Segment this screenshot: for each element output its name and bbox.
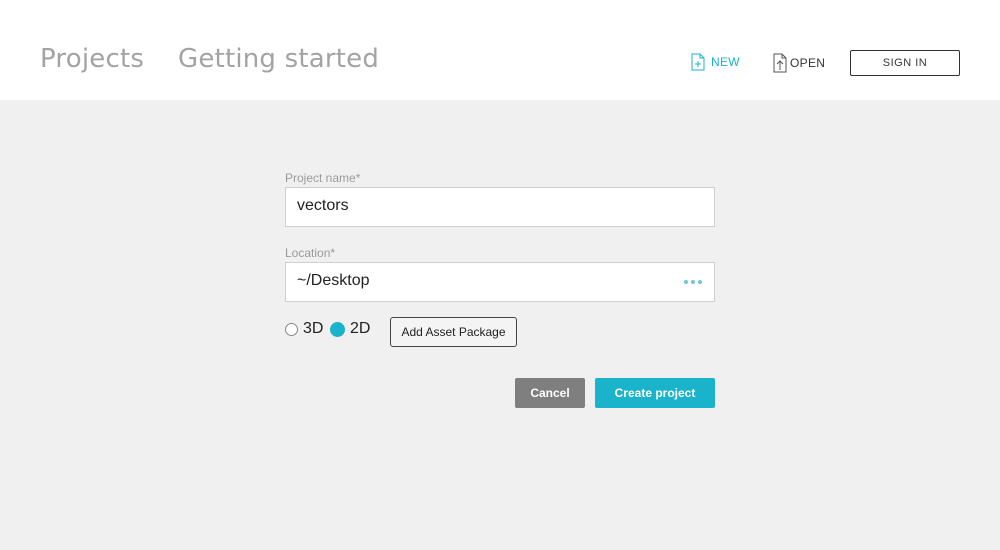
add-asset-package-button[interactable]: Add Asset Package xyxy=(390,317,517,347)
project-name-field-box xyxy=(285,187,715,227)
radio-2d-option[interactable]: 2D xyxy=(330,320,370,338)
new-file-icon xyxy=(691,53,705,71)
more-dots-icon[interactable] xyxy=(684,280,702,284)
open-project-button[interactable]: OPEN xyxy=(772,53,825,73)
top-header: Projects Getting started NEW OPEN SIGN I… xyxy=(0,0,1000,100)
radio-2d-label: 2D xyxy=(350,320,371,337)
location-label: Location* xyxy=(285,246,336,260)
new-label: NEW xyxy=(711,55,740,69)
tab-projects[interactable]: Projects xyxy=(40,44,144,74)
location-input[interactable] xyxy=(297,272,667,290)
radio-3d[interactable] xyxy=(285,322,298,336)
sign-in-button[interactable]: SIGN IN xyxy=(850,50,960,76)
tab-getting-started[interactable]: Getting started xyxy=(178,44,379,74)
open-file-icon xyxy=(772,53,788,73)
location-field-box xyxy=(285,262,715,302)
cancel-button[interactable]: Cancel xyxy=(515,378,585,408)
radio-3d-label: 3D xyxy=(303,320,324,337)
project-name-input[interactable] xyxy=(297,197,667,215)
open-label: OPEN xyxy=(790,56,826,70)
project-name-label: Project name* xyxy=(285,171,361,185)
new-project-button[interactable]: NEW xyxy=(691,53,740,71)
radio-2d[interactable] xyxy=(330,321,345,337)
create-project-button[interactable]: Create project xyxy=(595,378,715,408)
radio-3d-option[interactable]: 3D xyxy=(285,320,323,338)
